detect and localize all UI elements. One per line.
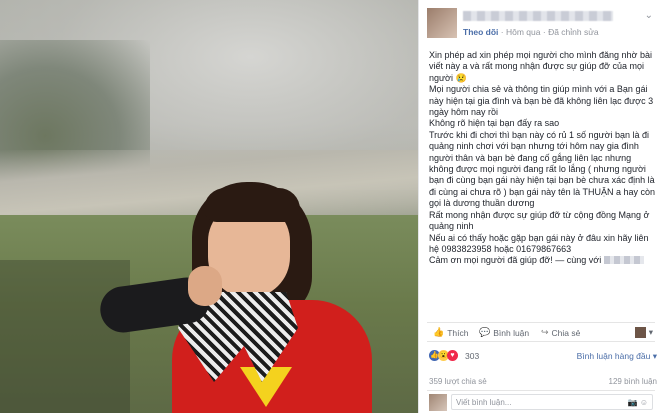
paragraph: Không rõ hiện tại bạn đấy ra sao bbox=[429, 118, 560, 129]
comment-placeholder: Viết bình luận... bbox=[456, 398, 512, 407]
post-header: Theo dõi · Hôm qua · Đã chỉnh sửa ⌄ bbox=[427, 8, 657, 40]
reaction-count: 303 bbox=[465, 351, 480, 361]
comment-sort-dropdown[interactable]: Bình luận hàng đầu ▾ bbox=[577, 351, 657, 362]
comment-count[interactable]: 129 bình luận bbox=[609, 377, 658, 386]
paragraph: Mọi người chia sẻ và thông tin giúp mình… bbox=[429, 84, 654, 118]
person-selfie bbox=[97, 182, 372, 413]
dropdown-arrow-icon: ▾ bbox=[648, 327, 653, 337]
hand bbox=[188, 266, 222, 306]
follow-button[interactable]: Theo dõi bbox=[463, 27, 498, 37]
share-label: Chia sẻ bbox=[551, 327, 581, 338]
author-avatar[interactable] bbox=[427, 8, 457, 38]
love-reaction-icon: ♥ bbox=[447, 350, 458, 361]
user-avatar bbox=[429, 394, 447, 411]
post-text: Xin phép ad xin phép mọi người cho mình … bbox=[429, 50, 657, 267]
edited-label[interactable]: Đã chỉnh sửa bbox=[548, 27, 599, 37]
post-photo[interactable] bbox=[0, 0, 418, 413]
camera-icon[interactable]: 📷 bbox=[628, 398, 638, 407]
like-label: Thích bbox=[447, 327, 469, 338]
counts-row: 359 lượt chia sẻ 129 bình luận bbox=[429, 377, 657, 386]
share-count[interactable]: 359 lượt chia sẻ bbox=[429, 377, 487, 386]
chevron-down-icon[interactable]: ⌄ bbox=[645, 10, 653, 21]
user-mini-avatar bbox=[634, 327, 646, 338]
post-panel: Theo dõi · Hôm qua · Đã chỉnh sửa ⌄ Xin … bbox=[418, 0, 660, 413]
tagged-user-blurred[interactable] bbox=[603, 256, 644, 265]
hair-fringe bbox=[204, 188, 300, 222]
share-icon: ↪ bbox=[541, 327, 549, 337]
composer-icons: 📷 ☺ bbox=[628, 398, 648, 407]
emoji-icon[interactable]: ☺ bbox=[640, 398, 648, 407]
paragraph: Xin phép ad xin phép mọi người cho mình … bbox=[429, 50, 652, 83]
action-bar: 👍 Thích 💬 Bình luận ↪ Chia sẻ ▾ bbox=[427, 322, 655, 342]
comment-icon: 💬 bbox=[479, 327, 491, 337]
reactions-row[interactable]: 👍 😮 ♥ 303 Bình luận hàng đầu ▾ bbox=[429, 350, 657, 364]
comment-button[interactable]: 💬 Bình luận bbox=[479, 327, 529, 338]
paragraph: Nếu ai có thấy hoặc gặp bạn gái này ở đâ… bbox=[429, 232, 649, 254]
post-meta: Theo dõi · Hôm qua · Đã chỉnh sửa bbox=[463, 27, 599, 37]
paragraph: Trước khi đi chơi thì bạn này có rủ 1 số… bbox=[429, 129, 655, 209]
author-name-blurred[interactable] bbox=[463, 11, 613, 21]
paragraph: Rất mong nhận được sự giúp đỡ từ cộng đồ… bbox=[429, 209, 650, 232]
comment-label: Bình luận bbox=[493, 327, 530, 338]
share-button[interactable]: ↪ Chia sẻ bbox=[541, 327, 580, 338]
comment-input[interactable]: Viết bình luận... 📷 ☺ bbox=[451, 394, 653, 410]
like-button[interactable]: 👍 Thích bbox=[433, 327, 468, 338]
comment-composer: Viết bình luận... 📷 ☺ bbox=[427, 390, 655, 412]
thanks-line: Cảm ơn mọi người đã giúp đỡ! — cùng với bbox=[429, 255, 657, 266]
post-time[interactable]: Hôm qua bbox=[506, 27, 541, 37]
like-icon: 👍 bbox=[433, 327, 445, 337]
post-as-selector[interactable]: ▾ bbox=[634, 327, 653, 338]
thanks-text: Cảm ơn mọi người đã giúp đỡ! — cùng với bbox=[429, 255, 602, 266]
